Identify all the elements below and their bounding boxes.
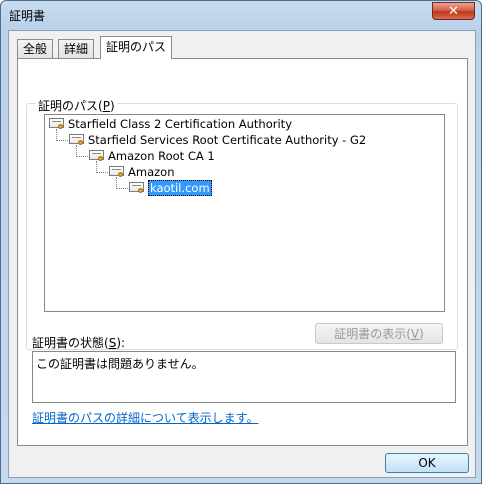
ok-button[interactable]: OK (385, 453, 469, 473)
view-certificate-button[interactable]: 証明書の表示(V) (315, 323, 443, 344)
certificate-window: 証明書 ✕ 全般 詳細 証明のパス 証明のパス(P) Starfield Cla… (0, 0, 482, 484)
tree-node-label: Starfield Services Root Certificate Auth… (88, 133, 367, 147)
status-text-box[interactable]: この証明書は問題ありません。 (32, 351, 456, 403)
tree-node[interactable]: Amazon Root CA 1 (89, 148, 215, 164)
close-icon: ✕ (448, 3, 459, 19)
certificate-icon (69, 133, 85, 147)
status-text: この証明書は問題ありません。 (36, 357, 204, 371)
tree-node-label: Starfield Class 2 Certification Authorit… (68, 117, 292, 131)
tab-general[interactable]: 全般 (17, 39, 54, 58)
tree-node-selected[interactable]: kaotil.com (129, 180, 212, 196)
tree-node[interactable]: Starfield Services Root Certificate Auth… (69, 132, 366, 148)
tree-node[interactable]: Amazon (109, 164, 174, 180)
certificate-icon (49, 117, 65, 131)
certificate-path-tree[interactable]: Starfield Class 2 Certification Authorit… (44, 114, 445, 312)
tree-node-label: Amazon (128, 165, 175, 179)
tree-node[interactable]: Starfield Class 2 Certification Authorit… (49, 116, 292, 132)
path-group-label: 証明のパス(P) (36, 97, 117, 114)
tab-certification-path[interactable]: 証明のパス (100, 36, 173, 59)
tab-details[interactable]: 詳細 (58, 39, 95, 58)
status-label: 証明書の状態(S): (32, 336, 126, 350)
tree-node-label: kaotil.com (148, 180, 212, 196)
tab-certification-path-label: 証明のパス (106, 40, 167, 54)
title-bar[interactable]: 証明書 ✕ (1, 1, 481, 27)
path-details-link[interactable]: 証明書のパスの詳細について表示します。 (32, 409, 258, 426)
tree-node-label: Amazon Root CA 1 (108, 149, 215, 163)
tab-general-label: 全般 (23, 42, 48, 56)
window-title: 証明書 (9, 9, 46, 23)
certificate-icon (89, 149, 105, 163)
tab-details-label: 詳細 (64, 42, 89, 56)
tab-panel: 証明のパス(P) Starfield Class 2 Certification… (17, 58, 468, 446)
certificate-icon (129, 181, 145, 195)
ok-button-label: OK (418, 456, 436, 470)
certificate-icon (109, 165, 125, 179)
dialog-client-area: 全般 詳細 証明のパス 証明のパス(P) Starfield Class 2 C… (8, 30, 476, 478)
close-button[interactable]: ✕ (432, 2, 475, 20)
